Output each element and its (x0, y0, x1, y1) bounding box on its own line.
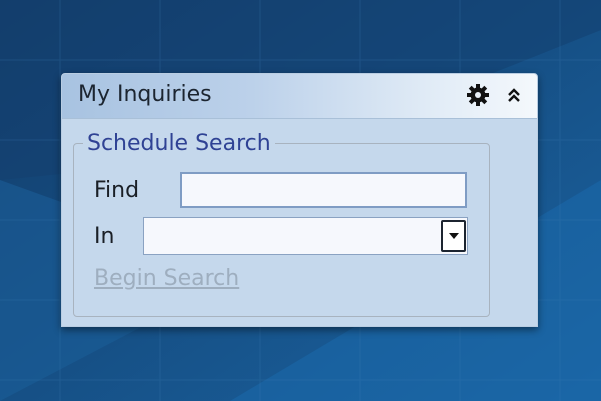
chevron-down-icon (449, 233, 459, 239)
my-inquiries-widget: My Inquiries Schedule Search Find In Beg… (61, 73, 538, 327)
widget-title: My Inquiries (78, 82, 212, 107)
find-input[interactable] (180, 172, 467, 208)
begin-search-link[interactable]: Begin Search (94, 266, 239, 291)
dropdown-arrow-button[interactable] (441, 220, 466, 252)
widget-titlebar: My Inquiries (62, 74, 537, 119)
find-label: Find (94, 178, 140, 203)
schedule-search-legend: Schedule Search (83, 131, 275, 156)
in-label: In (94, 224, 115, 249)
gear-icon[interactable] (466, 83, 490, 107)
in-dropdown[interactable] (143, 217, 468, 255)
chevron-double-up-icon[interactable] (506, 87, 522, 103)
